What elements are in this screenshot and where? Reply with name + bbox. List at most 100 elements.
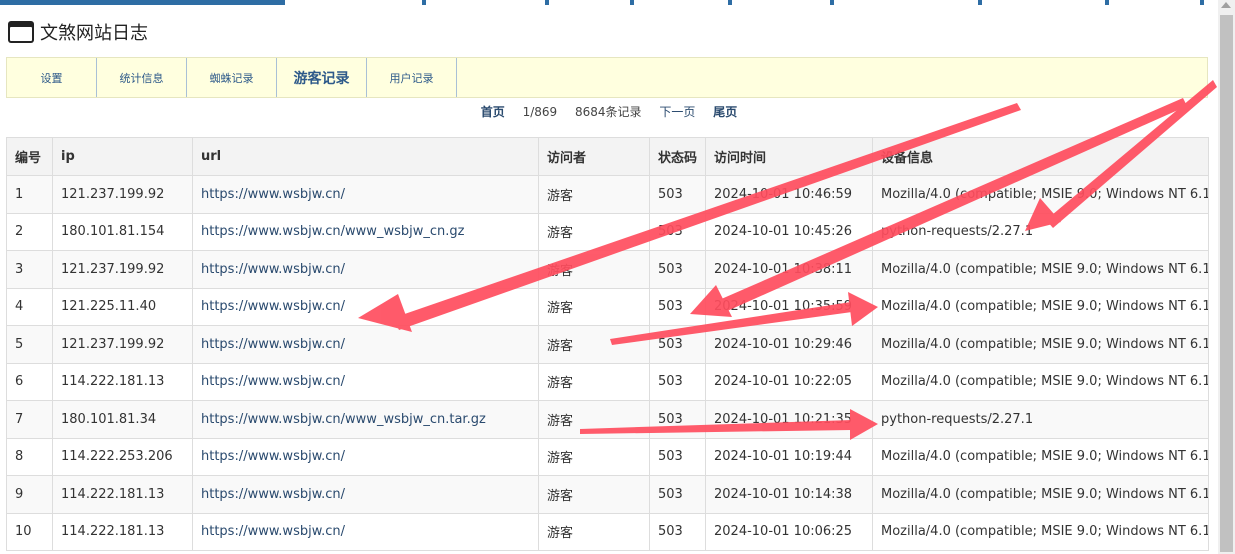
top-tab-divider bbox=[422, 0, 426, 5]
first-page-link[interactable]: 首页 bbox=[481, 105, 505, 119]
table-row: 7 180.101.81.34 https://www.wsbjw.cn/www_w… bbox=[6, 400, 1209, 439]
cell-status: 503 bbox=[649, 287, 706, 326]
scroll-up-icon[interactable] bbox=[1221, 2, 1231, 8]
table-row: 9 114.222.181.13 https://www.wsbjw.cn/游客 50… bbox=[6, 475, 1209, 514]
cell-visitor: 游客 bbox=[538, 325, 650, 364]
cell-time: 2024-10-01 10:45:26 bbox=[705, 212, 873, 251]
cell-visitor: 游客 bbox=[538, 475, 650, 514]
cell-status: 503 bbox=[649, 400, 706, 439]
next-page-link[interactable]: 下一页 bbox=[659, 105, 695, 119]
cell-time: 2024-10-01 10:46:59 bbox=[705, 175, 873, 214]
url-link[interactable]: https://www.wsbjw.cn/ bbox=[201, 262, 345, 277]
url-link[interactable]: https://www.wsbjw.cn/ bbox=[201, 337, 345, 352]
cell-url: https://www.wsbjw.cn/www_wsbjw_cn.gz bbox=[192, 212, 539, 251]
cell-id: 5 bbox=[6, 325, 53, 364]
cell-visitor: 游客 bbox=[538, 362, 650, 401]
cell-ip: 114.222.181.13 bbox=[52, 362, 193, 401]
cell-id: 9 bbox=[6, 475, 53, 514]
cell-status: 503 bbox=[649, 250, 706, 289]
cell-url: https://www.wsbjw.cn/ bbox=[192, 325, 539, 364]
table-row: 2 180.101.81.154 https://www.wsbjw.cn/www_… bbox=[6, 212, 1209, 251]
column-header-time: 访问时间 bbox=[705, 137, 873, 176]
cell-ip: 121.237.199.92 bbox=[52, 175, 193, 214]
top-tab-divider bbox=[830, 0, 834, 5]
cell-device: python-requests/2.27.1 bbox=[872, 400, 1209, 439]
cell-device: Mozilla/4.0 (compatible; MSIE 9.0; Windo… bbox=[872, 287, 1209, 326]
scrollbar-thumb[interactable] bbox=[1220, 15, 1233, 552]
top-tab-divider bbox=[1105, 0, 1109, 5]
tab-settings[interactable]: 设置 bbox=[7, 58, 97, 97]
cell-id: 6 bbox=[6, 362, 53, 401]
table-header-row: 编号 ip url 访问者 状态码 访问时间 设备信息 bbox=[6, 137, 1209, 176]
top-tab-divider bbox=[630, 0, 634, 5]
column-header-status: 状态码 bbox=[649, 137, 706, 176]
cell-url: https://www.wsbjw.cn/ bbox=[192, 175, 539, 214]
pagination: 首页 1/869 8684条记录 下一页 尾页 bbox=[0, 103, 1218, 120]
url-link[interactable]: https://www.wsbjw.cn/www_wsbjw_cn.gz bbox=[201, 224, 464, 239]
cell-id: 3 bbox=[6, 250, 53, 289]
cell-visitor: 游客 bbox=[538, 287, 650, 326]
top-tab-divider bbox=[978, 0, 982, 5]
tab-user-log[interactable]: 用户记录 bbox=[367, 58, 457, 97]
cell-id: 4 bbox=[6, 287, 53, 326]
top-tab-divider bbox=[1200, 0, 1204, 5]
vertical-scrollbar[interactable] bbox=[1218, 0, 1235, 554]
cell-time: 2024-10-01 10:22:05 bbox=[705, 362, 873, 401]
table-row: 1 121.237.199.92 https://www.wsbjw.cn/游客 50… bbox=[6, 175, 1209, 214]
cell-time: 2024-10-01 10:19:44 bbox=[705, 437, 873, 476]
cell-ip: 114.222.253.206 bbox=[52, 437, 193, 476]
table-row: 8 114.222.253.206 https://www.wsbjw.cn/游客 5… bbox=[6, 437, 1209, 476]
cell-ip: 121.237.199.92 bbox=[52, 250, 193, 289]
cell-device: Mozilla/4.0 (compatible; MSIE 9.0; Windo… bbox=[872, 325, 1209, 364]
cell-ip: 180.101.81.154 bbox=[52, 212, 193, 251]
cell-status: 503 bbox=[649, 325, 706, 364]
top-tab-strip bbox=[0, 0, 1218, 5]
cell-time: 2024-10-01 10:06:25 bbox=[705, 512, 873, 551]
cell-time: 2024-10-01 10:21:35 bbox=[705, 400, 873, 439]
url-link[interactable]: https://www.wsbjw.cn/www_wsbjw_cn.tar.gz bbox=[201, 412, 486, 427]
cell-time: 2024-10-01 10:14:38 bbox=[705, 475, 873, 514]
table-row: 5 121.237.199.92 https://www.wsbjw.cn/游客 50… bbox=[6, 325, 1209, 364]
tab-spider-log[interactable]: 蜘蛛记录 bbox=[187, 58, 277, 97]
cell-url: https://www.wsbjw.cn/ bbox=[192, 287, 539, 326]
cell-device: Mozilla/4.0 (compatible; MSIE 9.0; Windo… bbox=[872, 175, 1209, 214]
page-title: 文煞网站日志 bbox=[40, 23, 148, 44]
tab-visitor-log[interactable]: 游客记录 bbox=[277, 58, 367, 97]
url-link[interactable]: https://www.wsbjw.cn/ bbox=[201, 299, 345, 314]
page-header: 文煞网站日志 bbox=[8, 20, 148, 44]
record-count: 8684条记录 bbox=[575, 105, 642, 119]
column-header-id: 编号 bbox=[6, 137, 53, 176]
cell-status: 503 bbox=[649, 437, 706, 476]
url-link[interactable]: https://www.wsbjw.cn/ bbox=[201, 524, 345, 539]
column-header-visitor: 访问者 bbox=[538, 137, 650, 176]
cell-status: 503 bbox=[649, 212, 706, 251]
cell-time: 2024-10-01 10:29:46 bbox=[705, 325, 873, 364]
cell-url: https://www.wsbjw.cn/ bbox=[192, 362, 539, 401]
cell-visitor: 游客 bbox=[538, 400, 650, 439]
tab-statistics[interactable]: 统计信息 bbox=[97, 58, 187, 97]
cell-id: 7 bbox=[6, 400, 53, 439]
cell-status: 503 bbox=[649, 475, 706, 514]
visitor-log-table: 编号 ip url 访问者 状态码 访问时间 设备信息 1 121.237.199… bbox=[6, 137, 1209, 551]
cell-visitor: 游客 bbox=[538, 512, 650, 551]
cell-ip: 114.222.181.13 bbox=[52, 475, 193, 514]
cell-device: Mozilla/4.0 (compatible; MSIE 9.0; Windo… bbox=[872, 475, 1209, 514]
cell-ip: 180.101.81.34 bbox=[52, 400, 193, 439]
cell-time: 2024-10-01 10:35:59 bbox=[705, 287, 873, 326]
column-header-device: 设备信息 bbox=[872, 137, 1209, 176]
last-page-link[interactable]: 尾页 bbox=[713, 105, 737, 119]
top-tab-divider bbox=[728, 0, 732, 5]
url-link[interactable]: https://www.wsbjw.cn/ bbox=[201, 187, 345, 202]
url-link[interactable]: https://www.wsbjw.cn/ bbox=[201, 374, 345, 389]
cell-ip: 121.237.199.92 bbox=[52, 325, 193, 364]
cell-status: 503 bbox=[649, 512, 706, 551]
url-link[interactable]: https://www.wsbjw.cn/ bbox=[201, 449, 345, 464]
cell-device: Mozilla/4.0 (compatible; MSIE 9.0; Windo… bbox=[872, 512, 1209, 551]
cell-ip: 121.225.11.40 bbox=[52, 287, 193, 326]
folder-icon bbox=[8, 21, 34, 43]
cell-url: https://www.wsbjw.cn/ bbox=[192, 475, 539, 514]
url-link[interactable]: https://www.wsbjw.cn/ bbox=[201, 487, 345, 502]
cell-ip: 114.222.181.13 bbox=[52, 512, 193, 551]
cell-visitor: 游客 bbox=[538, 437, 650, 476]
cell-time: 2024-10-01 10:38:11 bbox=[705, 250, 873, 289]
